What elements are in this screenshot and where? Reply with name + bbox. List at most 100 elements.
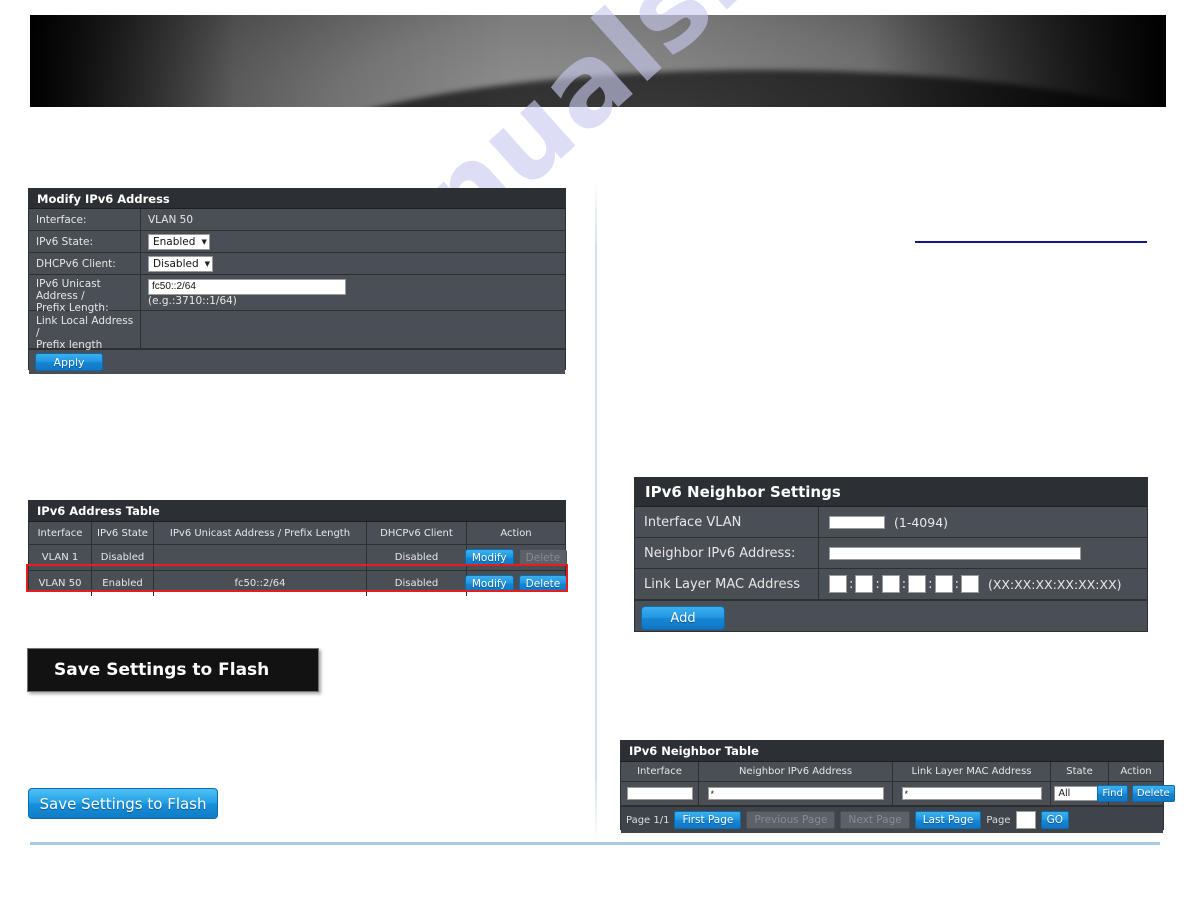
apply-button[interactable]: Apply — [35, 353, 103, 371]
previous-page-button: Previous Page — [746, 811, 836, 829]
delete-button[interactable]: Delete — [1131, 785, 1175, 802]
dhcpv6-client-label: DHCPv6 Client: — [29, 253, 141, 274]
neighbor-ipv6-address-cell — [819, 538, 1147, 568]
ipv6-unicast-address-input[interactable] — [148, 278, 346, 295]
dhcpv6-client-select[interactable]: Disabled ▼ — [148, 255, 214, 272]
row-neighbor-ipv6-address: Neighbor IPv6 Address: — [635, 538, 1147, 569]
table-filter-row: All ▼ Find Delete — [621, 782, 1175, 806]
ipv6-state-select[interactable]: Enabled ▼ — [148, 233, 210, 250]
interface-vlan-range: (1-4094) — [894, 514, 949, 530]
interface-vlan-cell: (1-4094) — [819, 507, 1147, 537]
col-interface: Interface — [621, 762, 699, 781]
interface-label: Interface: — [29, 209, 141, 230]
table-row: VLAN 50 Enabled fc50::2/64 Disabled Modi… — [29, 571, 568, 596]
cell-action: Modify Delete — [464, 571, 568, 596]
apply-bar: Apply — [29, 349, 565, 374]
mac-separator: : — [875, 576, 880, 592]
add-bar: Add — [635, 600, 1147, 635]
footer-rule — [30, 842, 1160, 845]
row-interface: Interface: VLAN 50 — [29, 209, 565, 231]
page-status: Page 1/1 — [626, 814, 670, 826]
neighbor-ipv6-address-input[interactable] — [829, 546, 1081, 560]
interface-vlan-label: Interface VLAN — [635, 507, 819, 537]
link-local-label-line1: Link Local Address / — [36, 315, 134, 339]
page-banner — [30, 15, 1166, 107]
ipv6-neighbor-table-title: IPv6 Neighbor Table — [621, 741, 1163, 762]
ipv6-unicast-label-line1: IPv6 Unicast Address / — [36, 278, 101, 302]
row-link-local-address: Link Local Address / Prefix length — [29, 311, 565, 351]
modify-button[interactable]: Modify — [464, 549, 514, 566]
mac-octet-3-input[interactable] — [881, 575, 900, 593]
link-layer-mac-label: Link Layer MAC Address — [635, 569, 819, 599]
ipv6-address-table-panel: IPv6 Address Table Interface IPv6 State … — [28, 500, 568, 596]
ipv6-neighbor-table-panel: IPv6 Neighbor Table Interface Neighbor I… — [620, 740, 1175, 833]
modify-ipv6-address-title: Modify IPv6 Address — [29, 189, 565, 209]
col-mac-address: Link Layer MAC Address — [893, 762, 1051, 781]
cell-address: fc50::2/64 — [154, 571, 367, 596]
mac-octet-group: : : : : : — [829, 575, 979, 593]
col-neighbor-address: Neighbor IPv6 Address — [699, 762, 893, 781]
cell-address — [154, 545, 367, 570]
filter-state-selected: All — [1058, 788, 1071, 799]
mac-octet-4-input[interactable] — [908, 575, 927, 593]
link-local-label: Link Local Address / Prefix length — [29, 311, 141, 351]
ipv6-state-value-cell: Enabled ▼ — [141, 231, 565, 252]
interface-value: VLAN 50 — [148, 213, 194, 226]
cell-dhcpv6: Disabled — [367, 545, 467, 570]
row-ipv6-unicast-address: IPv6 Unicast Address / Prefix Length: (e… — [29, 275, 565, 314]
link-layer-mac-cell: : : : : : (XX:XX:XX:XX:XX:XX) — [819, 569, 1147, 599]
save-settings-to-flash-button[interactable]: Save Settings to Flash — [28, 788, 218, 819]
page-label: Page — [986, 814, 1011, 826]
col-action: Action — [500, 527, 532, 539]
last-page-button[interactable]: Last Page — [914, 811, 982, 829]
col-address: IPv6 Unicast Address / Prefix Length — [154, 522, 367, 544]
link-local-label-line2: Prefix length — [36, 339, 103, 351]
mac-separator: : — [928, 576, 933, 592]
dhcpv6-client-value-cell: Disabled ▼ — [141, 253, 565, 274]
ipv6-unicast-label: IPv6 Unicast Address / Prefix Length: — [29, 275, 141, 314]
col-ipv6-state: IPv6 State — [92, 522, 154, 544]
row-dhcpv6-client: DHCPv6 Client: Disabled ▼ — [29, 253, 565, 275]
mac-separator: : — [901, 576, 907, 592]
row-interface-vlan: Interface VLAN (1-4094) — [635, 507, 1147, 538]
page-number-input[interactable] — [1015, 811, 1036, 829]
cell-ipv6-state: Disabled — [92, 545, 154, 570]
mac-octet-2-input[interactable] — [855, 575, 874, 593]
interface-vlan-input[interactable] — [829, 515, 885, 529]
mac-octet-5-input[interactable] — [934, 575, 953, 593]
mac-separator: : — [954, 576, 959, 592]
ipv6-neighbor-settings-title: IPv6 Neighbor Settings — [635, 478, 1147, 507]
add-button[interactable]: Add — [641, 606, 725, 630]
blue-underline-rule — [915, 241, 1147, 243]
first-page-button[interactable]: First Page — [674, 811, 742, 829]
next-page-button: Next Page — [840, 811, 910, 829]
table-header-row: Interface IPv6 State IPv6 Unicast Addres… — [29, 522, 565, 545]
ipv6-state-label: IPv6 State: — [29, 231, 141, 252]
cell-mac-filter — [893, 782, 1051, 805]
ipv6-address-table-title: IPv6 Address Table — [29, 501, 565, 522]
row-ipv6-state: IPv6 State: Enabled ▼ — [29, 231, 565, 253]
go-button[interactable]: GO — [1040, 811, 1069, 829]
cell-interface-filter — [621, 782, 699, 805]
find-button[interactable]: Find — [1097, 785, 1128, 802]
cell-neighbor-address-filter — [699, 782, 893, 805]
modify-button[interactable]: Modify — [464, 575, 514, 592]
column-divider — [595, 182, 597, 842]
dhcpv6-client-selected: Disabled — [153, 257, 199, 270]
mac-octet-1-input[interactable] — [829, 575, 847, 593]
pagination-bar: Page 1/1 First Page Previous Page Next P… — [621, 806, 1163, 833]
cell-action: Modify Delete — [464, 545, 568, 570]
col-action: Action — [1120, 766, 1152, 777]
mac-octet-6-input[interactable] — [960, 575, 979, 593]
filter-neighbor-address-input[interactable] — [707, 787, 884, 800]
delete-button: Delete — [518, 549, 568, 566]
delete-button[interactable]: Delete — [518, 575, 568, 592]
filter-interface-input[interactable] — [626, 787, 693, 800]
ipv6-unicast-value-cell: (e.g.:3710::1/64) — [141, 275, 565, 310]
save-settings-to-flash-menu-item[interactable]: Save Settings to Flash — [27, 648, 319, 692]
table-header-row: Interface Neighbor IPv6 Address Link Lay… — [621, 762, 1163, 782]
filter-mac-address-input[interactable] — [901, 787, 1042, 800]
ipv6-unicast-hint: (e.g.:3710::1/64) — [148, 294, 237, 307]
chevron-down-icon: ▼ — [201, 237, 207, 246]
table-row: VLAN 1 Disabled Disabled Modify Delete — [29, 545, 568, 571]
